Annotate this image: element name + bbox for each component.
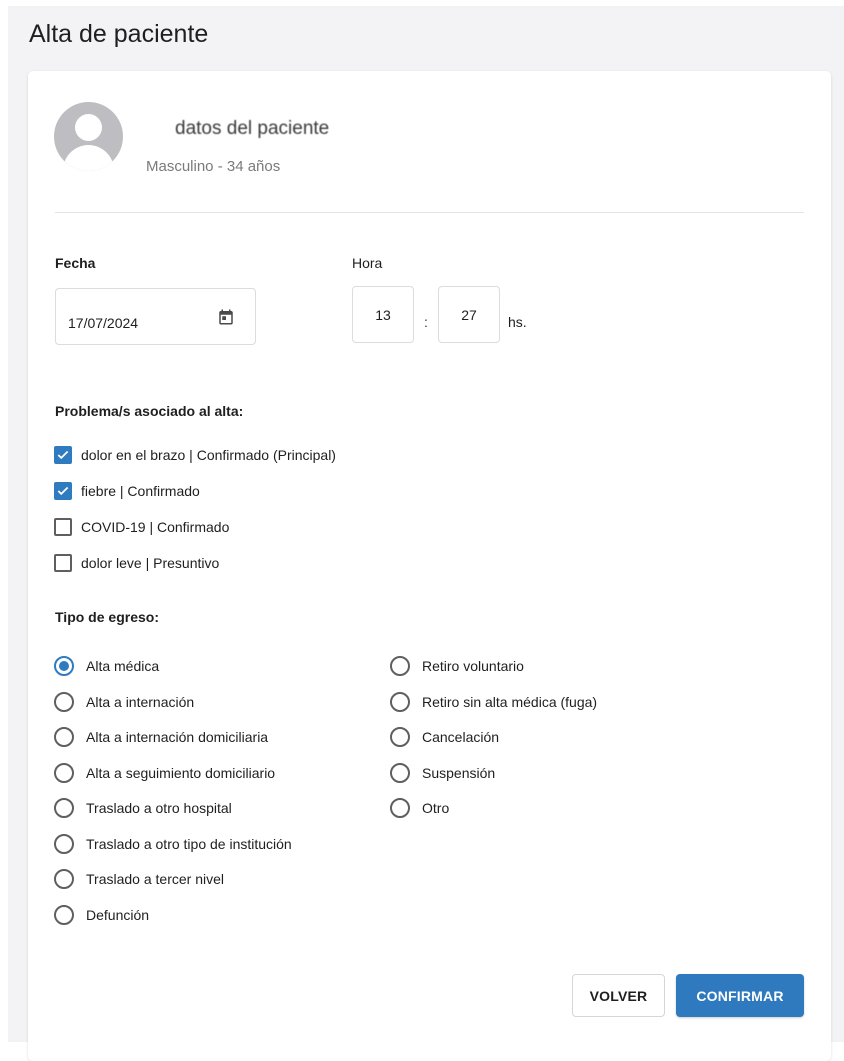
discharge-type-label-text: Defunción	[86, 906, 150, 923]
discharge-type-label-text: Traslado a otro tipo de institución	[86, 835, 292, 852]
discharge-type-option[interactable]: Cancelación	[390, 726, 499, 748]
discharge-type-option[interactable]: Traslado a otro hospital	[54, 797, 232, 819]
date-value: 17/07/2024	[68, 315, 139, 331]
discharge-type-label-text: Alta a internación domiciliaria	[86, 729, 269, 745]
problem-checkbox-row[interactable]: COVID-19 | Confirmado	[54, 517, 229, 537]
problem-checkbox-row[interactable]: dolor leve | Presuntivo	[54, 553, 219, 573]
back-button[interactable]: VOLVER	[572, 974, 665, 1017]
radio-button[interactable]	[390, 727, 410, 747]
radio-button[interactable]	[54, 656, 74, 676]
discharge-type-option[interactable]: Traslado a otro tipo de institución	[54, 833, 292, 855]
radio-button[interactable]	[390, 762, 410, 783]
discharge-type-option[interactable]: Retiro voluntario	[390, 655, 524, 677]
divider	[55, 212, 804, 213]
avatar	[54, 102, 123, 171]
discharge-type-label: Tipo de egreso:	[55, 609, 159, 625]
avatar-body	[63, 145, 114, 171]
discharge-type-option[interactable]: Alta a internación	[54, 691, 194, 713]
radio-button[interactable]	[54, 798, 74, 818]
problem-label: dolor leve | Presuntivo	[81, 555, 220, 571]
problem-checkbox[interactable]	[54, 446, 72, 464]
discharge-type-option[interactable]: Alta médica	[54, 655, 159, 677]
date-input[interactable]: 17/07/2024	[55, 288, 256, 345]
problem-label: fiebre | Confirmado	[81, 483, 200, 499]
discharge-type-label-text: Traslado a otro hospital	[86, 800, 232, 816]
radio-button[interactable]	[54, 904, 74, 925]
page-title: Alta de paciente	[29, 20, 209, 48]
problem-checkbox-row[interactable]: fiebre | Confirmado	[54, 481, 200, 501]
problem-checkbox[interactable]	[54, 554, 72, 572]
check-icon	[57, 450, 69, 460]
radio-button[interactable]	[54, 833, 74, 854]
discharge-type-label-text: Retiro sin alta médica (fuga)	[422, 693, 598, 710]
confirm-button[interactable]: CONFIRMAR	[676, 974, 804, 1017]
hour-input[interactable]: 13	[352, 286, 414, 343]
discharge-type-label-text: Alta a seguimiento domiciliario	[86, 764, 276, 781]
discharge-type-label-text: Cancelación	[422, 729, 500, 745]
time-suffix: hs.	[508, 314, 527, 330]
time-label: Hora	[352, 255, 383, 271]
discharge-type-label-text: Otro	[422, 800, 450, 816]
discharge-type-option[interactable]: Alta a seguimiento domiciliario	[54, 762, 275, 784]
discharge-type-label-text: Alta médica	[86, 658, 160, 674]
minute-input[interactable]: 27	[438, 286, 500, 343]
discharge-type-option[interactable]: Otro	[390, 797, 449, 819]
problem-checkbox-row[interactable]: dolor en el brazo | Confirmado (Principa…	[54, 445, 336, 465]
discharge-type-label-text: Retiro voluntario	[422, 658, 524, 674]
problem-label: dolor en el brazo | Confirmado (Principa…	[81, 447, 336, 463]
discharge-type-option[interactable]: Defunción	[54, 904, 149, 926]
time-separator: :	[424, 314, 428, 330]
radio-button[interactable]	[390, 691, 410, 712]
discharge-type-label-text: Alta a internación	[86, 693, 195, 710]
radio-button[interactable]	[54, 869, 74, 889]
problem-label: COVID-19 | Confirmado	[81, 519, 230, 535]
discharge-type-option[interactable]: Retiro sin alta médica (fuga)	[390, 691, 597, 713]
discharge-type-label-text: Suspensión	[422, 764, 496, 781]
avatar-head	[75, 114, 102, 141]
radio-button[interactable]	[54, 762, 74, 783]
date-label: Fecha	[55, 255, 96, 271]
problem-checkbox[interactable]	[54, 518, 72, 536]
calendar-icon[interactable]	[217, 308, 235, 326]
problems-label: Problema/s asociado al alta:	[55, 403, 244, 419]
discharge-type-option[interactable]: Suspensión	[390, 762, 495, 784]
discharge-type-option[interactable]: Alta a internación domiciliaria	[54, 726, 268, 748]
check-icon	[57, 486, 69, 496]
patient-info: Masculino - 34 años	[146, 158, 281, 175]
discharge-type-label-text: Traslado a tercer nivel	[86, 871, 224, 887]
discharge-type-option[interactable]: Traslado a tercer nivel	[54, 868, 224, 890]
problem-checkbox[interactable]	[54, 482, 72, 500]
radio-button[interactable]	[54, 727, 74, 747]
radio-button[interactable]	[390, 656, 410, 676]
patient-name: datos del paciente	[175, 118, 330, 139]
radio-button[interactable]	[54, 691, 74, 712]
discharge-form-card: datos del paciente Masculino - 34 años F…	[28, 71, 831, 1061]
radio-button[interactable]	[390, 798, 410, 818]
